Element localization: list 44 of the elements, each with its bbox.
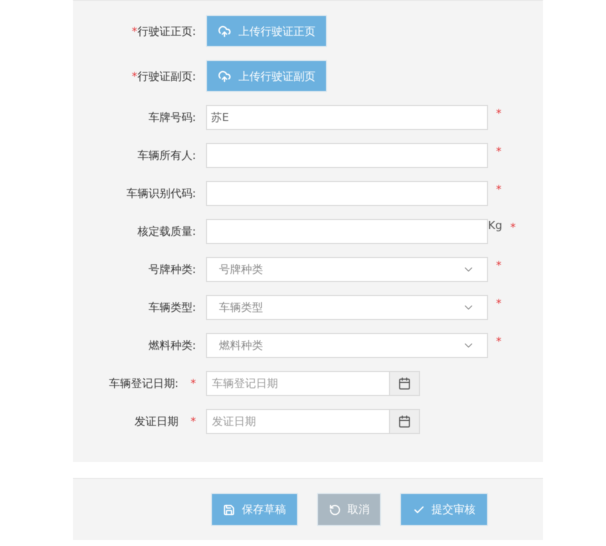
check-icon <box>412 504 424 516</box>
upload-button[interactable]: 上传行驶证副页 <box>206 60 327 92</box>
field-label: 车辆登记日期: <box>108 376 178 391</box>
field-label: *行驶证副页: <box>132 68 196 84</box>
field-label: 发证日期 <box>134 414 178 429</box>
field-label: 车牌号码: <box>148 110 196 125</box>
required-mark: * <box>510 221 516 234</box>
upload-button[interactable]: 上传行驶证正页 <box>206 15 327 47</box>
dropdown-field[interactable]: 车辆类型 <box>206 295 488 320</box>
text-field[interactable] <box>206 143 488 168</box>
undo-icon <box>328 504 340 516</box>
text-field[interactable] <box>206 181 488 206</box>
calendar-button[interactable] <box>389 371 420 396</box>
required-mark: * <box>496 335 502 348</box>
cloud-upload-icon <box>218 70 230 82</box>
text-field[interactable] <box>206 219 488 244</box>
text-field[interactable]: 苏E <box>206 105 488 130</box>
save-draft-button[interactable]: 保存草稿 <box>211 493 298 526</box>
field-label: 车辆识别代码: <box>126 186 196 201</box>
calendar-icon <box>398 415 411 428</box>
date-field[interactable]: 发证日期 <box>206 409 389 434</box>
field-label: 车辆类型: <box>148 300 196 315</box>
unit-label: Kg <box>488 219 502 232</box>
cloud-upload-icon <box>218 24 230 38</box>
required-mark: * <box>496 183 502 196</box>
required-mark: * <box>190 377 196 390</box>
required-mark: * <box>496 145 502 158</box>
calendar-button[interactable] <box>389 409 420 434</box>
dropdown-field[interactable]: 号牌种类 <box>206 257 488 282</box>
date-field[interactable]: 车辆登记日期 <box>206 371 389 396</box>
required-mark: * <box>496 297 502 310</box>
field-label: 号牌种类: <box>148 262 196 277</box>
save-icon <box>223 504 235 516</box>
field-label: 核定载质量: <box>137 224 196 239</box>
field-label: *行驶证正页: <box>132 24 196 38</box>
dropdown-field[interactable]: 燃料种类 <box>206 333 488 358</box>
cancel-button[interactable]: 取消 <box>317 493 381 526</box>
field-label: 车辆所有人: <box>137 148 196 163</box>
required-mark: * <box>496 107 502 120</box>
field-label: 燃料种类: <box>148 338 196 353</box>
required-mark: * <box>496 259 502 272</box>
submit-button[interactable]: 提交审核 <box>400 493 488 526</box>
calendar-icon <box>398 377 411 390</box>
required-mark: * <box>190 415 196 428</box>
